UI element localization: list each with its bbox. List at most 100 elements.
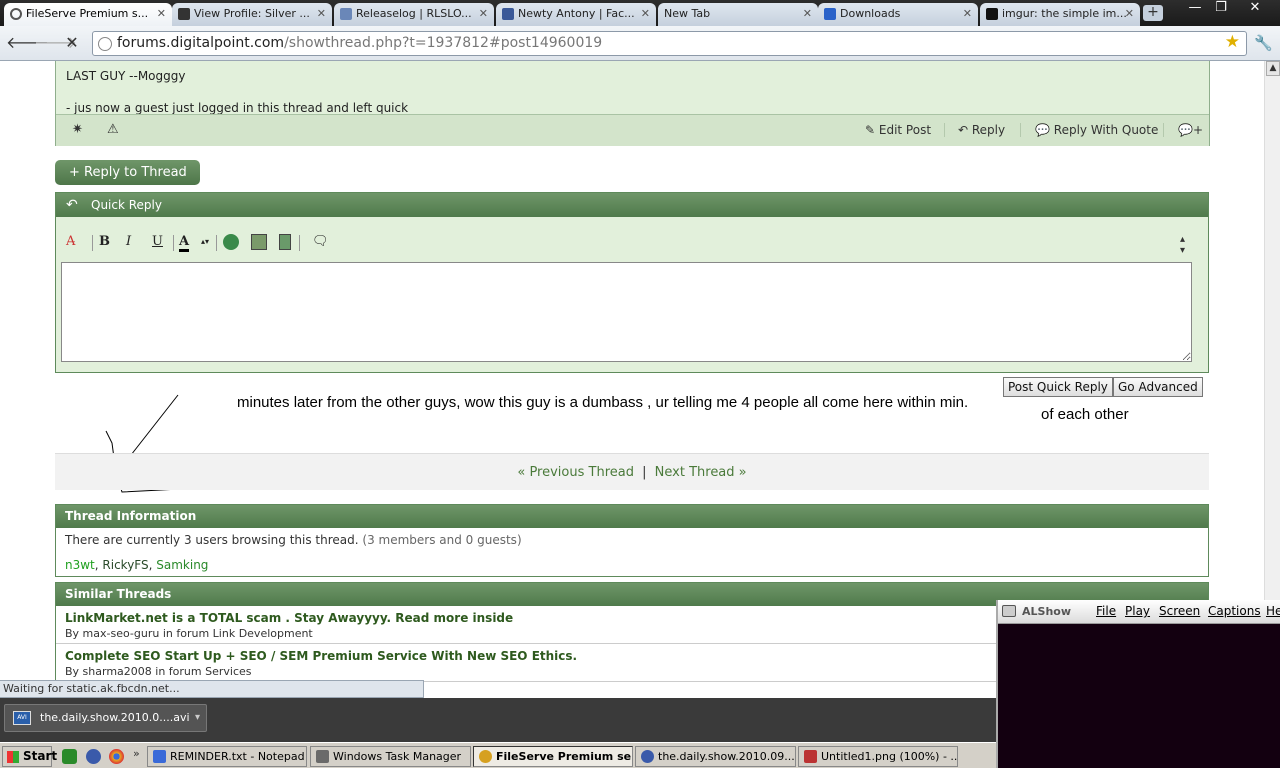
tab-imgur[interactable]: imgur: the simple im... ✕ [980, 3, 1140, 26]
text-color-icon[interactable]: A [179, 234, 190, 252]
tab-view-profile[interactable]: View Profile: Silver ... ✕ [172, 3, 332, 26]
thread-meta: By sharma2008 in forum Services [65, 665, 252, 678]
underline-icon[interactable]: U [152, 234, 163, 249]
insert-video-icon[interactable] [279, 234, 291, 250]
chevron-down-icon[interactable]: ▴▾ [201, 237, 209, 246]
tab-facebook[interactable]: Newty Antony | Fac... ✕ [496, 3, 656, 26]
user-link[interactable]: n3wt [65, 558, 95, 572]
collapse-icon[interactable]: ↶ [66, 193, 78, 217]
thread-meta: By max-seo-guru in forum Link Developmen… [65, 627, 313, 640]
reply-to-thread-button[interactable]: + Reply to Thread [55, 160, 200, 185]
next-thread-link[interactable]: Next Thread » [655, 465, 747, 480]
divider [173, 235, 174, 251]
page-info-icon[interactable] [98, 37, 112, 51]
scroll-up-icon[interactable]: ▲ [1266, 61, 1280, 76]
taskbar-item-chrome[interactable]: FileServe Premium se... [473, 746, 633, 767]
remove-formatting-icon[interactable]: A̶ [66, 234, 75, 249]
tab-title: View Profile: Silver ... [194, 7, 310, 20]
new-tab-button[interactable]: + [1143, 5, 1163, 21]
quote-icon[interactable]: 🗨 [312, 234, 329, 249]
video-file-icon: AVI [13, 711, 31, 725]
back-icon[interactable]: 🡐 [6, 34, 49, 52]
releaselog-icon [340, 8, 352, 20]
menu-screen[interactable]: Screen [1159, 604, 1200, 618]
post-text-line: LAST GUY --Mogggy [66, 69, 186, 83]
taskbar-item-paint[interactable]: Untitled1.png (100%) - ... [798, 746, 958, 767]
close-tab-icon[interactable]: ✕ [641, 3, 650, 25]
reply-with-quote-button[interactable]: 💬 Reply With Quote [1035, 123, 1158, 137]
browser-toolbar: 🡐 🡒 ✕ forums.digitalpoint.com/showthread… [0, 26, 1280, 61]
divider [1020, 123, 1021, 137]
taskbar-item-task-manager[interactable]: Windows Task Manager [310, 746, 471, 767]
windows-logo-icon [7, 751, 19, 763]
taskbar-item-notepad[interactable]: REMINDER.txt - Notepad [147, 746, 307, 767]
edit-post-button[interactable]: ✎ Edit Post [865, 123, 931, 137]
address-bar[interactable]: forums.digitalpoint.com/showthread.php?t… [92, 31, 1247, 56]
stop-loading-icon[interactable]: ✕ [62, 34, 82, 52]
quick-reply-title: Quick Reply [91, 198, 162, 212]
user-link[interactable]: Samking [156, 558, 208, 572]
tab-title: FileServe Premium s... [26, 7, 149, 20]
bold-icon[interactable]: B [99, 234, 110, 249]
reputation-icon[interactable]: ✷ [72, 122, 83, 137]
divider [944, 123, 945, 137]
forward-icon[interactable]: 🡒 [34, 34, 77, 52]
italic-icon[interactable]: I [126, 234, 131, 249]
imgur-icon [986, 8, 998, 20]
quick-reply-editor[interactable] [61, 262, 1192, 362]
media-player-icon [641, 750, 654, 763]
tab-title: Releaselog | RLSLO... [356, 7, 472, 20]
reply-button[interactable]: ↶ Reply [958, 123, 1005, 137]
close-tab-icon[interactable]: ✕ [803, 3, 812, 25]
tab-new-tab[interactable]: New Tab ✕ [658, 3, 818, 26]
close-tab-icon[interactable]: ✕ [479, 3, 488, 25]
close-tab-icon[interactable]: ✕ [317, 3, 326, 25]
similar-thread-link[interactable]: Complete SEO Start Up + SEO / SEM Premiu… [65, 649, 577, 663]
close-tab-icon[interactable]: ✕ [1125, 3, 1134, 25]
notepad-icon [153, 750, 166, 763]
wrench-menu-icon[interactable]: 🔧 [1254, 34, 1273, 52]
task-manager-icon [316, 750, 329, 763]
menu-help[interactable]: He [1266, 604, 1280, 618]
url-text[interactable]: forums.digitalpoint.com/showthread.php?t… [117, 35, 602, 51]
chrome-icon [479, 750, 492, 763]
report-post-icon[interactable]: ⚠ [107, 122, 119, 137]
close-window-icon[interactable]: ✕ [1240, 0, 1270, 18]
media-player-icon[interactable] [86, 749, 101, 764]
alshow-player-window[interactable]: ALShow File Play Screen Captions He [996, 600, 1280, 768]
download-item[interactable]: AVI the.daily.show.2010.0....avi ▾ [4, 704, 207, 732]
user-link[interactable]: RickyFS [102, 558, 148, 572]
restore-window-icon[interactable]: ❐ [1206, 0, 1236, 18]
forum-post: LAST GUY --Mogggy - jus now a guest just… [55, 61, 1210, 146]
chevron-down-icon[interactable]: ▾ [195, 705, 200, 731]
tab-releaselog[interactable]: Releaselog | RLSLO... ✕ [334, 3, 494, 26]
menu-play[interactable]: Play [1125, 604, 1150, 618]
thread-information-panel: Thread Information There are currently 3… [55, 504, 1209, 577]
taskbar-item-daily-show[interactable]: the.daily.show.2010.09.... [635, 746, 796, 767]
menu-file[interactable]: File [1096, 604, 1116, 618]
multi-quote-icon[interactable]: 💬+ [1178, 123, 1203, 137]
image-editor-icon [804, 750, 817, 763]
close-tab-icon[interactable]: ✕ [157, 3, 166, 25]
insert-image-icon[interactable] [251, 234, 267, 250]
start-button[interactable]: Start [2, 746, 57, 767]
bookmark-star-icon[interactable]: ★ [1225, 32, 1240, 52]
close-tab-icon[interactable]: ✕ [963, 3, 972, 25]
post-quick-reply-button[interactable]: Post Quick Reply [1003, 377, 1113, 397]
menu-captions[interactable]: Captions [1208, 604, 1261, 618]
show-more-icon[interactable]: » [133, 747, 143, 762]
post-footer: ✷ ⚠ ✎ Edit Post ↶ Reply 💬 Reply With Quo… [56, 114, 1209, 146]
tab-fileserve[interactable]: FileServe Premium s... ✕ [4, 3, 172, 26]
go-advanced-button[interactable]: Go Advanced [1113, 377, 1203, 397]
quick-reply-header[interactable]: ↶ Quick Reply [56, 193, 1208, 217]
quicklaunch-icon[interactable] [62, 749, 77, 764]
chrome-icon[interactable] [109, 749, 124, 764]
similar-thread-link[interactable]: LinkMarket.net is a TOTAL scam . Stay Aw… [65, 611, 513, 625]
insert-link-icon[interactable] [223, 234, 239, 250]
previous-thread-link[interactable]: « Previous Thread [517, 465, 634, 480]
alshow-menubar: ALShow File Play Screen Captions He [998, 600, 1280, 624]
browsing-info: There are currently 3 users browsing thi… [65, 533, 522, 547]
thread-navigation: « Previous Thread | Next Thread » [55, 453, 1209, 490]
tab-downloads[interactable]: Downloads ✕ [818, 3, 978, 26]
resize-editor-icon[interactable]: ▴ ▾ [1180, 234, 1185, 256]
